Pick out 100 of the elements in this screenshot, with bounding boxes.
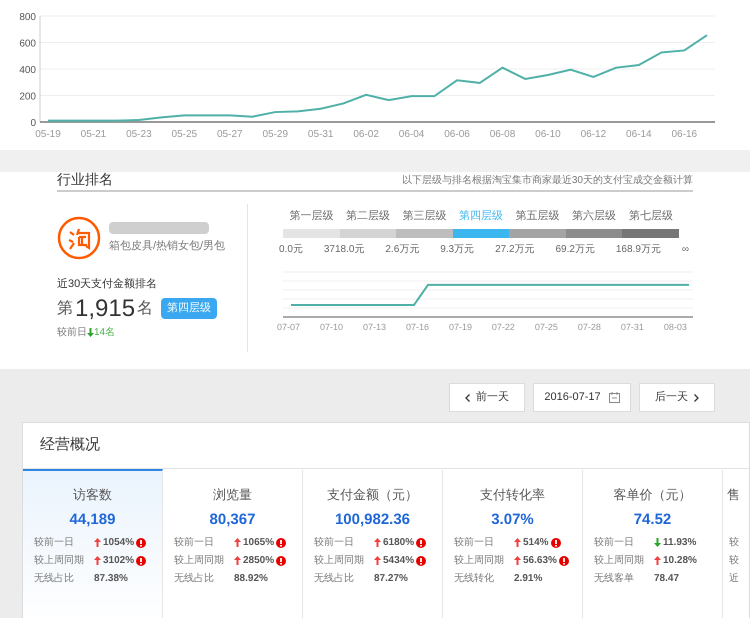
metric-row-label: 无线占比: [34, 572, 75, 586]
threshold-label: 2.6万元: [385, 242, 420, 256]
metric-card[interactable]: 访客数 44,189 较前一日 1054% 较上周同期 3102% 无线占比 87.38%: [23, 469, 163, 618]
metric-row-label: 较前一日: [594, 536, 635, 550]
x-tick-label: 05-19: [35, 129, 61, 140]
chevron-right-icon: [694, 394, 699, 402]
metric-row-value: 6180%: [383, 536, 414, 550]
metric-title: 浏览量: [213, 486, 252, 504]
x-tick-label: 06-08: [490, 129, 516, 140]
date-field[interactable]: 2016-07-17: [533, 383, 631, 412]
tier-label: 第三层级: [402, 209, 446, 224]
x-tick-label: 07-13: [362, 320, 386, 334]
x-tick-label: 06-14: [626, 129, 652, 140]
x-tick-label: 07-16: [406, 320, 429, 334]
x-tick-label: 05-27: [217, 129, 243, 140]
x-tick-label: 06-16: [671, 129, 698, 140]
metric-row-value: 87.27%: [374, 572, 408, 586]
metric-row-value: 11.93%: [663, 536, 696, 550]
date-value: 2016-07-17: [544, 390, 601, 406]
metric-row-label: 较上周同期: [314, 554, 365, 568]
threshold-label: ∞: [682, 242, 689, 256]
threshold-label: 0.0元: [279, 242, 303, 256]
metric-title: 访客数: [73, 486, 112, 504]
x-tick-label: 06-04: [398, 129, 424, 140]
tier-badge: 第四层级: [161, 298, 218, 319]
rank-prefix: 第: [57, 298, 73, 318]
tier-label: 第六层级: [572, 208, 616, 224]
chevron-left-icon: [465, 394, 470, 402]
previous-day-button[interactable]: 前一天: [449, 383, 525, 412]
metric-row-value: 514%: [523, 536, 549, 550]
metric-row-value: 10.28%: [663, 554, 697, 568]
threshold-label: 9.3万元: [440, 242, 474, 256]
x-tick-label: 05-23: [126, 129, 152, 140]
x-tick-label: 05-31: [308, 129, 334, 140]
metric-row-label: 较前一日: [34, 536, 75, 550]
metric-row-label: 较上周同期: [594, 554, 645, 568]
section-title: 行业排名: [57, 172, 113, 186]
x-tick-label: 06-02: [353, 129, 379, 140]
metric-row-value: 78.47: [654, 572, 680, 586]
metric-title: 支付金额（元）: [327, 486, 418, 504]
x-tick-label: 07-19: [448, 320, 472, 334]
metric-row-value: 2.91%: [514, 572, 542, 586]
calendar-icon: [608, 392, 620, 403]
x-tick-label: 05-21: [80, 129, 106, 140]
y-tick-label: 800: [19, 12, 36, 23]
tier-label: 第七层级: [628, 209, 673, 224]
metric-row-label: 较前一日: [454, 536, 495, 550]
metric-row-label: 较前一日: [174, 536, 215, 550]
shop-category: 箱包皮具/热销女包/男包: [109, 238, 226, 254]
x-tick-label: 07-07: [277, 320, 300, 334]
metric-row-label: 较: [729, 554, 740, 568]
x-tick-label: 07-10: [320, 320, 344, 334]
rank-label: 近30天支付金额排名: [57, 276, 158, 292]
metric-title: 客单价（元）: [614, 486, 692, 504]
metric-row-label: 较上周同期: [454, 554, 505, 568]
x-tick-label: 06-10: [535, 129, 561, 140]
tier-label: 第五层级: [516, 209, 560, 224]
metric-value: 100,982.36: [334, 510, 410, 530]
metric-row-label: 较: [729, 536, 740, 550]
metric-row-label: 无线占比: [174, 572, 215, 586]
rank-change: 14名: [94, 326, 116, 340]
x-tick-label: 08-03: [664, 320, 687, 334]
x-tick-label: 07-28: [578, 320, 601, 334]
metric-row-value: 5434%: [383, 554, 414, 568]
rank-suffix: 名: [137, 298, 154, 318]
metric-row-value: 56.63%: [523, 554, 557, 568]
metric-row-label: 无线客单: [594, 572, 635, 586]
threshold-label: 168.9万元: [616, 242, 661, 256]
y-tick-label: 200: [19, 92, 36, 102]
x-tick-label: 05-29: [262, 129, 288, 140]
x-tick-label: 05-25: [172, 129, 198, 140]
tier-label: 第一层级: [289, 209, 334, 224]
metric-value: 80,367: [210, 510, 256, 530]
metric-value: 44,189: [70, 510, 116, 530]
change-label: 较前日: [57, 326, 87, 340]
shop-logo-icon: [57, 216, 101, 260]
threshold-label: 69.2万元: [555, 242, 595, 256]
section-note: 以下层级与排名根据淘宝集市商家最近30天的支付宝成交金额计算: [402, 176, 693, 186]
y-tick-label: 0: [30, 118, 36, 129]
metric-row-value: 1054%: [103, 536, 134, 550]
metric-row-value: 2850%: [243, 554, 274, 568]
x-tick-label: 06-12: [580, 129, 606, 140]
metric-row-label: 较上周同期: [174, 554, 225, 568]
metric-row-value: 3102%: [103, 554, 134, 568]
next-day-button[interactable]: 后一天: [639, 383, 715, 412]
rank-number: 1,915: [75, 296, 136, 320]
metric-row-value: 87.38%: [94, 572, 128, 586]
y-tick-label: 400: [19, 65, 36, 76]
metric-row-label: 较上周同期: [34, 554, 85, 568]
metric-row-label: 无线转化: [454, 572, 495, 586]
metric-title: 售: [727, 486, 740, 504]
metric-row-value: 88.92%: [234, 572, 268, 586]
y-tick-label: 600: [19, 38, 36, 50]
metric-title: 支付转化率: [480, 486, 545, 504]
overview-title: 经营概况: [40, 435, 100, 456]
metric-value: 74.52: [634, 510, 672, 530]
metric-value: 3.07%: [491, 510, 534, 530]
threshold-label: 3718.0元: [324, 242, 364, 256]
x-tick-label: 07-31: [620, 320, 644, 334]
metric-row-label: 较前一日: [314, 536, 355, 550]
